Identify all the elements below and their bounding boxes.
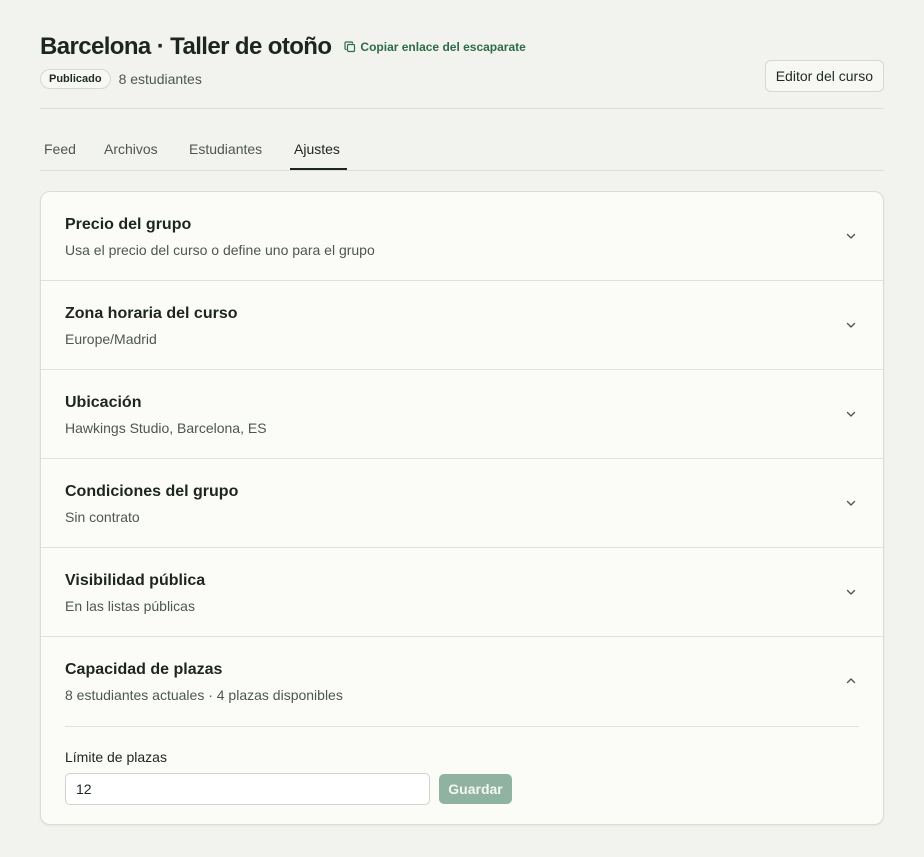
setting-row-public-visibility[interactable]: Visibilidad pública En las listas públic… [41,548,883,637]
course-header: Barcelona · Taller de otoño Copiar enlac… [40,0,884,109]
course-editor-button[interactable]: Editor del curso [764,60,884,92]
page-title: Barcelona · Taller de otoño [40,33,332,60]
setting-title: Condiciones del grupo [65,483,239,500]
setting-title: Ubicación [65,394,142,411]
title-row: Barcelona · Taller de otoño Copiar enlac… [40,33,526,61]
setting-subtitle: Europe/Madrid [65,331,157,347]
tab-bar: Feed Archivos Estudiantes Ajustes [40,109,884,171]
setting-subtitle: Usa el precio del curso o define uno par… [65,242,375,258]
course-page: Barcelona · Taller de otoño Copiar enlac… [40,0,884,825]
seat-capacity-panel: Límite de plazas Guardar [65,726,859,805]
copy-icon [344,41,356,53]
chevron-down-icon [846,500,856,506]
chevron-down-icon [846,589,856,595]
students-count: 8 estudiantes [118,71,202,87]
tab-feed[interactable]: Feed [44,141,76,157]
status-badge: Publicado [40,69,111,89]
setting-row-group-conditions[interactable]: Condiciones del grupo Sin contrato [41,459,883,548]
chevron-down-icon [846,322,856,328]
settings-card: Precio del grupo Usa el precio del curso… [40,191,884,825]
tab-estudiantes[interactable]: Estudiantes [189,141,262,157]
setting-subtitle: Hawkings Studio, Barcelona, ES [65,420,267,436]
setting-title: Capacidad de plazas [65,661,223,678]
seat-limit-input[interactable] [65,773,430,805]
setting-subtitle: 8 estudiantes actuales · 4 plazas dispon… [65,687,343,703]
setting-row-seat-capacity[interactable]: Capacidad de plazas 8 estudiantes actual… [41,637,883,726]
setting-title: Zona horaria del curso [65,305,238,322]
setting-row-location[interactable]: Ubicación Hawkings Studio, Barcelona, ES [41,370,883,459]
chevron-down-icon [846,411,856,417]
save-button[interactable]: Guardar [439,774,512,804]
meta-row: Publicado 8 estudiantes [40,69,202,89]
setting-subtitle: Sin contrato [65,509,140,525]
setting-row-group-price[interactable]: Precio del grupo Usa el precio del curso… [41,192,883,281]
copy-link-label: Copiar enlace del escaparate [360,40,526,54]
setting-title: Precio del grupo [65,216,192,233]
tab-archivos[interactable]: Archivos [104,141,158,157]
chevron-down-icon [846,233,856,239]
setting-title: Visibilidad pública [65,572,206,589]
seat-limit-label: Límite de plazas [65,749,167,765]
setting-subtitle: En las listas públicas [65,598,195,614]
chevron-up-icon [846,678,856,684]
active-tab-indicator [290,168,347,170]
tab-ajustes[interactable]: Ajustes [294,141,340,157]
copy-storefront-link[interactable]: Copiar enlace del escaparate [344,40,526,54]
setting-row-timezone[interactable]: Zona horaria del curso Europe/Madrid [41,281,883,370]
